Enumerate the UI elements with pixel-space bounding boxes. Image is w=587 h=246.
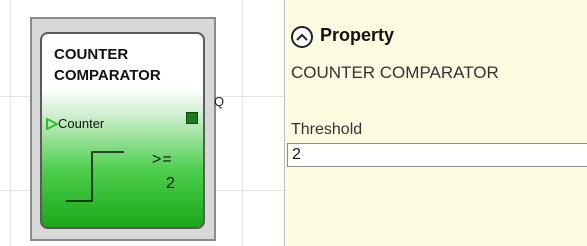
counter-comparator-block[interactable]: COUNTER COMPARATOR Counter >= 2	[40, 32, 205, 229]
comparison-operator: >=	[152, 151, 173, 168]
property-panel: Property COUNTER COMPARATOR Threshold	[285, 0, 587, 246]
grid-line	[242, 0, 243, 246]
output-port[interactable]	[186, 112, 198, 124]
output-port-label: Q	[214, 94, 225, 109]
block-title: COUNTER COMPARATOR	[54, 44, 204, 86]
property-header: Property	[320, 25, 395, 45]
threshold-input[interactable]	[287, 143, 587, 167]
grid-line	[10, 0, 11, 246]
threshold-display: 2	[166, 175, 175, 192]
input-port-label: Counter	[58, 116, 105, 131]
threshold-label: Threshold	[291, 121, 363, 138]
chevron-up-circle-icon[interactable]	[291, 26, 313, 48]
block-title-line-2: COMPARATOR	[54, 67, 161, 84]
diagram-canvas[interactable]: COUNTER COMPARATOR Counter >= 2 Q	[0, 0, 285, 246]
component-name: COUNTER COMPARATOR	[291, 63, 499, 82]
block-title-line-1: COUNTER	[54, 46, 129, 63]
step-waveform-icon	[66, 151, 124, 202]
triangle-right-icon[interactable]	[46, 118, 58, 130]
